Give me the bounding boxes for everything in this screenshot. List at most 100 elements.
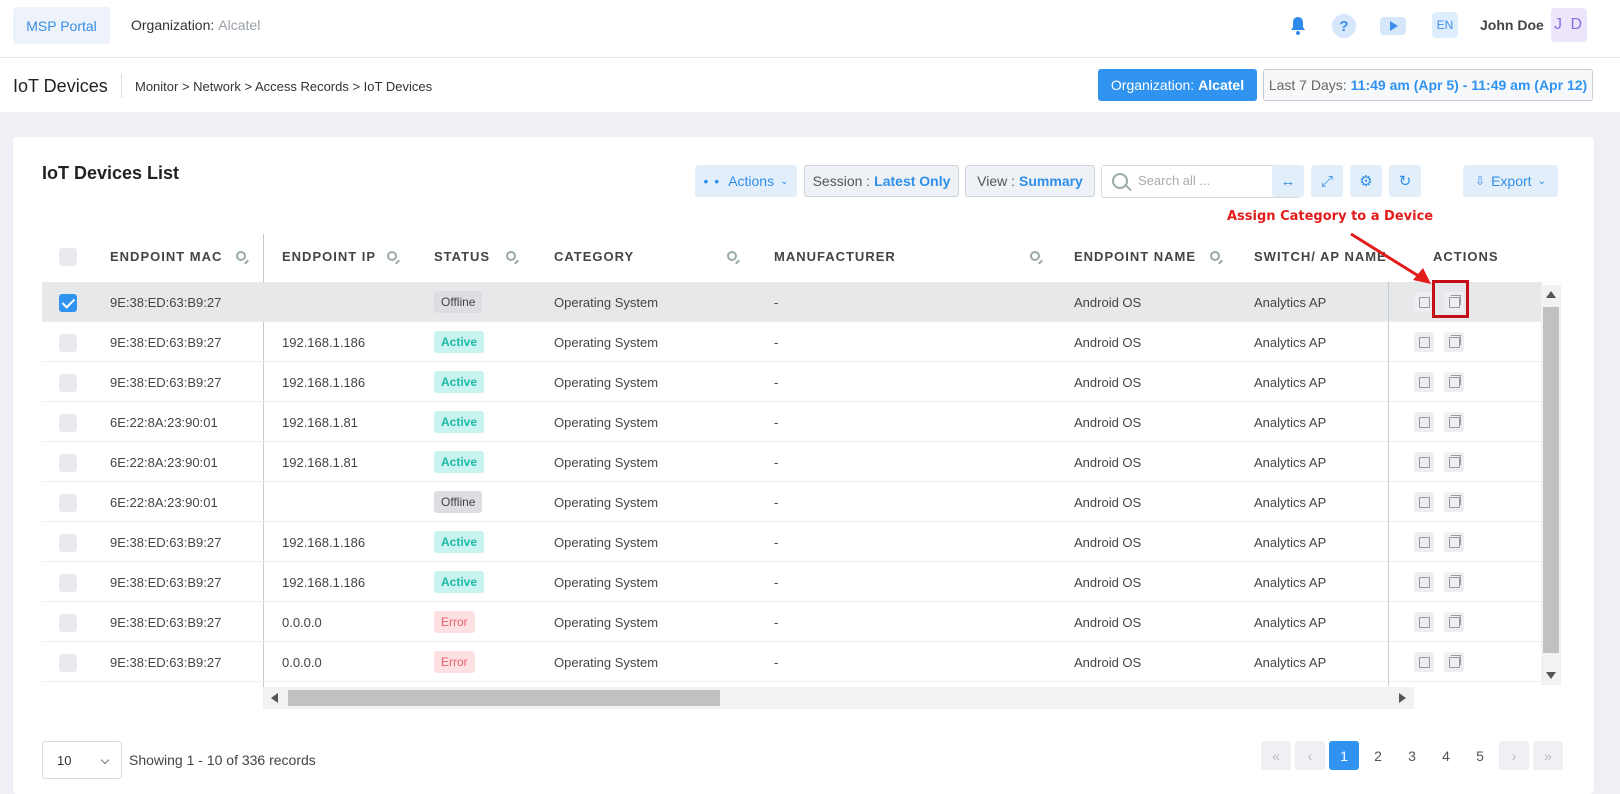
fullscreen-button[interactable]: ⤢ [1311, 165, 1343, 197]
page-button-2[interactable]: 2 [1363, 741, 1393, 770]
view-filter[interactable]: View : Summary [965, 165, 1095, 197]
search-icon[interactable] [727, 251, 737, 261]
refresh-icon: ↻ [1398, 173, 1412, 190]
date-range-button[interactable]: Last 7 Days: 11:49 am (Apr 5) - 11:49 am … [1263, 69, 1593, 101]
edit-icon[interactable] [1414, 412, 1434, 432]
row-checkbox[interactable] [59, 454, 77, 472]
edit-icon[interactable] [1414, 372, 1434, 392]
cell-ap: Analytics AP [1254, 374, 1327, 390]
org-pill-value: Alcatel [1198, 77, 1245, 93]
row-checkbox[interactable] [59, 374, 77, 392]
row-checkbox[interactable] [59, 494, 77, 512]
row-checkbox[interactable] [59, 574, 77, 592]
view-label: View : [977, 173, 1016, 189]
search-icon[interactable] [1030, 251, 1040, 261]
table-row[interactable]: 9E:38:ED:63:B9:27 0.0.0.0 Error Operating S… [42, 602, 1542, 642]
status-badge: Active [434, 531, 485, 553]
edit-icon[interactable] [1414, 612, 1434, 632]
search-input[interactable] [1138, 173, 1288, 188]
search-icon[interactable] [506, 251, 516, 261]
col-status[interactable]: STATUS [434, 234, 516, 279]
assign-category-icon[interactable] [1444, 652, 1464, 672]
row-checkbox[interactable] [59, 294, 77, 312]
scroll-right-icon[interactable] [1399, 693, 1406, 703]
col-endpoint-ip[interactable]: ENDPOINT IP [282, 234, 397, 279]
refresh-button[interactable]: ↻ [1389, 165, 1421, 197]
row-checkbox[interactable] [59, 334, 77, 352]
assign-category-icon[interactable] [1444, 532, 1464, 552]
page-size-select[interactable]: 10 [42, 741, 122, 779]
table-row[interactable]: 9E:38:ED:63:B9:27 192.168.1.186 Active Oper… [42, 362, 1542, 402]
edit-icon[interactable] [1414, 332, 1434, 352]
column-width-button[interactable]: ↔ [1272, 165, 1304, 197]
prev-page-button[interactable]: ‹ [1295, 741, 1325, 770]
horizontal-scrollbar[interactable] [263, 687, 1414, 709]
org-pill-label: Organization: [1110, 77, 1195, 93]
assign-category-icon[interactable] [1444, 572, 1464, 592]
breadcrumb[interactable]: Monitor > Network > Access Records > IoT… [135, 79, 432, 94]
table-row[interactable]: 6E:22:8A:23:90:01 192.168.1.81 Active Opera… [42, 402, 1542, 442]
page-button-1[interactable]: 1 [1329, 741, 1359, 770]
row-checkbox[interactable] [59, 614, 77, 632]
next-page-button[interactable]: › [1499, 741, 1529, 770]
assign-category-icon[interactable] [1444, 492, 1464, 512]
vertical-scrollbar[interactable] [1541, 285, 1561, 685]
row-checkbox[interactable] [59, 414, 77, 432]
language-button[interactable]: EN [1432, 12, 1458, 38]
organization-filter-button[interactable]: Organization: Alcatel [1098, 69, 1257, 101]
expand-icon: ⤢ [1320, 172, 1333, 190]
first-page-button[interactable]: « [1261, 741, 1291, 770]
col-manufacturer[interactable]: MANUFACTURER [774, 234, 1040, 279]
select-all-checkbox[interactable] [59, 248, 77, 266]
table-row[interactable]: 9E:38:ED:63:B9:27 Offline Operating System… [42, 282, 1542, 322]
assign-category-icon[interactable] [1444, 412, 1464, 432]
cell-status: Active [434, 402, 485, 442]
page-button-3[interactable]: 3 [1397, 741, 1427, 770]
edit-icon[interactable] [1414, 572, 1434, 592]
video-icon[interactable] [1380, 17, 1406, 35]
help-icon[interactable]: ? [1332, 14, 1356, 38]
edit-icon[interactable] [1414, 532, 1434, 552]
assign-category-icon[interactable] [1444, 332, 1464, 352]
col-endpoint-mac[interactable]: ENDPOINT MAC [110, 234, 246, 279]
table-row[interactable]: 6E:22:8A:23:90:01 Offline Operating System… [42, 482, 1542, 522]
search-icon[interactable] [236, 251, 246, 261]
edit-icon[interactable] [1414, 292, 1434, 312]
msp-portal-button[interactable]: MSP Portal [13, 7, 110, 44]
cell-mac: 9E:38:ED:63:B9:27 [110, 614, 222, 630]
row-checkbox[interactable] [59, 654, 77, 672]
table-row[interactable]: 9E:38:ED:63:B9:27 192.168.1.186 Active Oper… [42, 562, 1542, 602]
table-row[interactable]: 9E:38:ED:63:B9:27 192.168.1.186 Active Oper… [42, 322, 1542, 362]
page-button-5[interactable]: 5 [1465, 741, 1495, 770]
session-filter[interactable]: Session : Latest Only [804, 165, 959, 197]
assign-category-icon[interactable] [1444, 372, 1464, 392]
assign-category-icon[interactable] [1444, 452, 1464, 472]
row-checkbox[interactable] [59, 534, 77, 552]
scroll-up-icon[interactable] [1546, 291, 1556, 298]
avatar[interactable]: J D [1551, 8, 1587, 42]
scrollbar-thumb[interactable] [288, 690, 720, 706]
assign-category-icon[interactable] [1444, 612, 1464, 632]
col-category[interactable]: CATEGORY [554, 234, 737, 279]
scroll-down-icon[interactable] [1546, 672, 1556, 679]
search-icon[interactable] [1210, 251, 1220, 261]
user-name[interactable]: John Doe [1480, 17, 1544, 33]
table-row[interactable]: 9E:38:ED:63:B9:27 0.0.0.0 Error Operating S… [42, 642, 1542, 682]
scroll-left-icon[interactable] [271, 693, 278, 703]
page-button-4[interactable]: 4 [1431, 741, 1461, 770]
edit-icon[interactable] [1414, 492, 1434, 512]
col-label: ACTIONS [1433, 249, 1499, 264]
edit-icon[interactable] [1414, 452, 1434, 472]
last-page-button[interactable]: » [1533, 741, 1563, 770]
search-icon[interactable] [387, 251, 397, 261]
export-dropdown[interactable]: ⇩ Export ⌄ [1463, 165, 1558, 197]
table-row[interactable]: 6E:22:8A:23:90:01 192.168.1.81 Active Opera… [42, 442, 1542, 482]
table-row[interactable]: 9E:38:ED:63:B9:27 192.168.1.186 Active Oper… [42, 522, 1542, 562]
edit-icon[interactable] [1414, 652, 1434, 672]
col-endpoint-name[interactable]: ENDPOINT NAME [1074, 234, 1220, 279]
actions-dropdown[interactable]: • • Actions ⌄ [695, 165, 797, 197]
bell-icon[interactable] [1285, 13, 1311, 39]
scrollbar-thumb[interactable] [1543, 307, 1559, 653]
settings-button[interactable]: ⚙ [1350, 165, 1382, 197]
arrows-horizontal-icon: ↔ [1280, 172, 1296, 190]
